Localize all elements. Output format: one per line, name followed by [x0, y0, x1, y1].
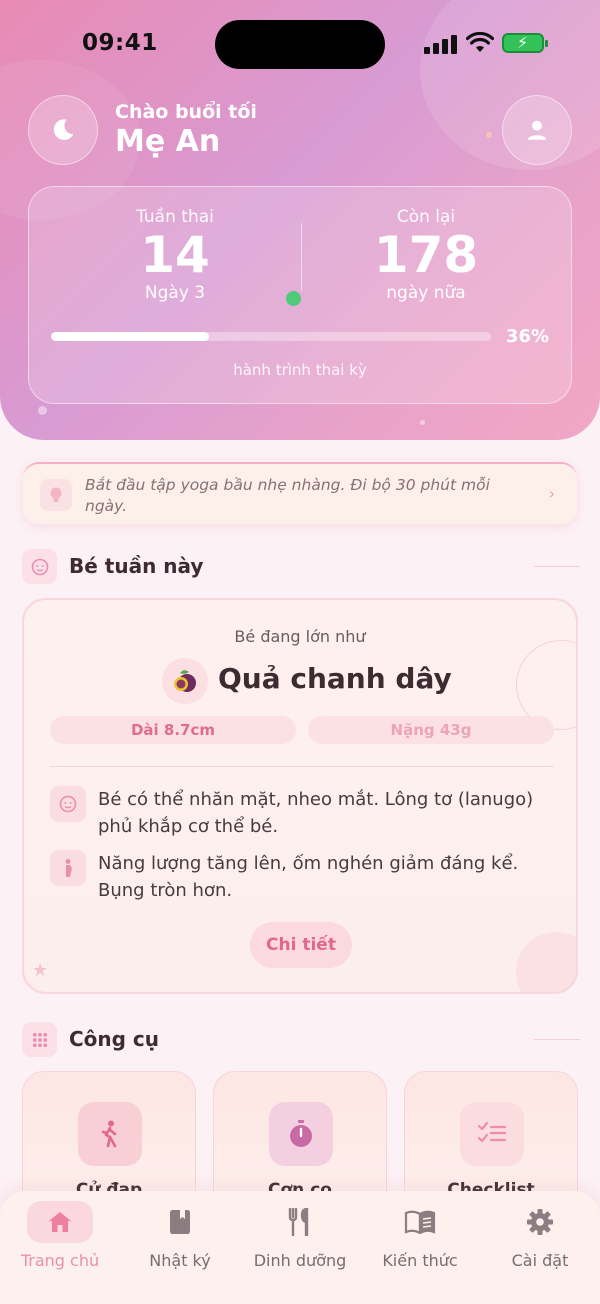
baby-fact-item: Bé có thể nhăn mặt, nheo mắt. Lông tơ (l…: [50, 786, 550, 842]
hero-header: 09:41 ⚡ Chào buổi tối Mẹ An Tuần thai 14…: [0, 0, 600, 440]
passion-fruit-icon: [162, 658, 208, 704]
weight-badge: Nặng 43g: [308, 716, 554, 744]
pregnant-icon: [50, 850, 86, 886]
fact-text: Bé có thể nhăn mặt, nheo mắt. Lông tơ (l…: [98, 789, 534, 837]
section-title: Bé tuần này: [69, 554, 204, 578]
diary-icon: [147, 1201, 213, 1243]
length-badge: Dài 8.7cm: [50, 716, 296, 744]
journey-label: hành trình thai kỳ: [233, 361, 367, 379]
progress-percent: 36%: [505, 326, 549, 347]
baby-face-icon: [50, 786, 86, 822]
card-divider: [50, 766, 554, 767]
cutlery-icon: [267, 1201, 333, 1243]
decor-dot: [38, 406, 47, 415]
greeting-text: Chào buổi tối: [115, 101, 257, 123]
week-stat: Tuần thai 14 Ngày 3: [95, 207, 255, 303]
chevron-right-icon: ›: [548, 484, 555, 503]
home-icon: [27, 1201, 93, 1243]
dynamic-island: [215, 20, 385, 69]
remaining-unit: ngày nữa: [386, 283, 466, 303]
fruit-name: Quả chanh dây: [218, 662, 452, 695]
progress-indicator-dot: [286, 291, 301, 306]
nav-label: Cài đặt: [511, 1251, 569, 1270]
decor-dot: [486, 132, 492, 138]
baby-face-icon: [22, 549, 57, 584]
decor-circle: [516, 932, 576, 992]
baby-section-header: Bé tuần này: [22, 549, 582, 585]
moon-icon: [53, 119, 74, 140]
timer-icon: [269, 1102, 333, 1166]
user-icon: [527, 120, 547, 140]
gear-icon: [507, 1201, 573, 1243]
tip-text: Bắt đầu tập yoga bầu nhẹ nhàng. Đi bộ 30…: [85, 476, 490, 515]
nav-label: Trang chủ: [20, 1251, 100, 1270]
progress-fill: [51, 332, 210, 341]
week-value: 14: [140, 226, 210, 284]
nav-item-nutrition[interactable]: Dinh dưỡng: [240, 1201, 360, 1270]
checklist-icon: [460, 1102, 524, 1166]
fact-text: Năng lượng tăng lên, ốm nghén giảm đáng …: [98, 853, 519, 901]
clock: 09:41: [82, 30, 158, 56]
detail-button[interactable]: Chi tiết: [250, 922, 352, 968]
daily-tip-banner[interactable]: Bắt đầu tập yoga bầu nhẹ nhàng. Đi bộ 30…: [23, 462, 577, 524]
nav-label: Dinh dưỡng: [253, 1251, 347, 1270]
signal-icon: [424, 34, 458, 54]
remaining-label: Còn lại: [396, 207, 456, 227]
lightbulb-icon: [40, 479, 72, 511]
grow-label: Bé đang lớn như: [234, 627, 366, 646]
walking-icon: [78, 1102, 142, 1166]
bottom-navigation: Trang chủ Nhật ký Dinh dưỡng Kiến thức C…: [0, 1191, 600, 1304]
day-label: Ngày 3: [144, 283, 206, 303]
user-name: Mẹ An: [115, 124, 221, 159]
stats-divider: [301, 223, 302, 291]
baby-week-card: ★ Bé đang lớn như Quả chanh dây Dài 8.7c…: [22, 598, 578, 994]
remaining-value: 178: [373, 226, 479, 284]
nav-item-diary[interactable]: Nhật ký: [120, 1201, 240, 1270]
pregnancy-stats-card: Tuần thai 14 Ngày 3 Còn lại 178 ngày nữa…: [28, 186, 572, 404]
section-divider-line: [534, 566, 580, 567]
week-label: Tuần thai: [136, 207, 214, 227]
decor-dot: [420, 420, 425, 425]
wifi-icon: [466, 32, 494, 52]
section-title: Công cụ: [69, 1027, 160, 1051]
book-icon: [387, 1201, 453, 1243]
status-bar: 09:41 ⚡: [0, 0, 600, 88]
remaining-stat: Còn lại 178 ngày nữa: [346, 207, 506, 303]
star-icon: ★: [32, 960, 49, 981]
grid-icon: [22, 1022, 57, 1057]
section-divider-line: [534, 1039, 580, 1040]
mom-fact-item: Năng lượng tăng lên, ốm nghén giảm đáng …: [50, 850, 550, 906]
nav-item-settings[interactable]: Cài đặt: [480, 1201, 600, 1270]
nav-item-home[interactable]: Trang chủ: [0, 1201, 120, 1270]
tools-section-header: Công cụ: [22, 1022, 582, 1058]
nav-item-knowledge[interactable]: Kiến thức: [360, 1201, 480, 1270]
theme-toggle-button[interactable]: [28, 95, 98, 165]
pregnancy-progress-bar: [51, 332, 491, 341]
profile-button[interactable]: [502, 95, 572, 165]
battery-icon: ⚡: [502, 33, 548, 53]
nav-label: Kiến thức: [382, 1251, 458, 1270]
nav-label: Nhật ký: [149, 1251, 211, 1270]
